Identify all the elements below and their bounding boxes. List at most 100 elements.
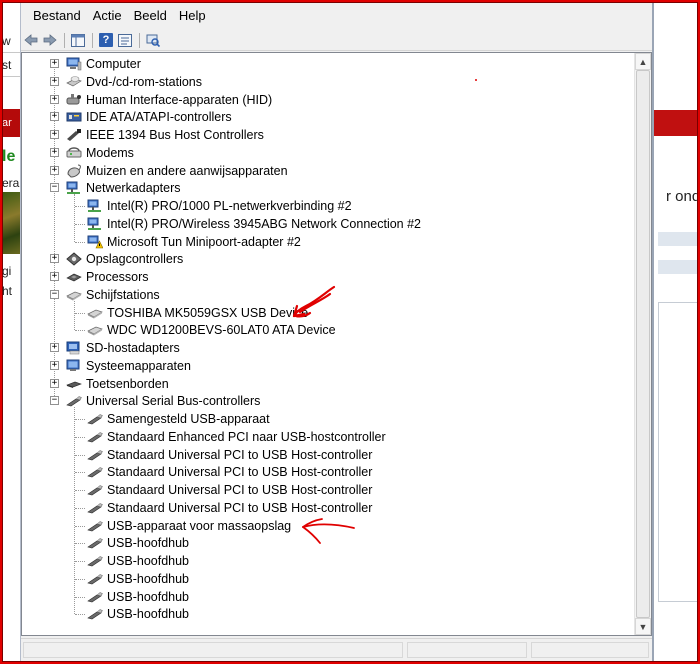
background-stripe	[658, 260, 698, 274]
tree-category[interactable]: Systeemapparaten	[66, 357, 191, 375]
tree-item-label: Standaard Universal PCI to USB Host-cont…	[107, 500, 373, 515]
tree-item-label: Standaard Universal PCI to USB Host-cont…	[107, 447, 373, 462]
tree-branch-line	[75, 490, 85, 491]
vertical-scrollbar[interactable]: ▲ ▼	[634, 53, 651, 635]
tree-device[interactable]: Standaard Universal PCI to USB Host-cont…	[87, 446, 372, 464]
forward-arrow-icon[interactable]	[42, 32, 58, 48]
background-top	[654, 2, 698, 110]
tree-category[interactable]: Schijfstations	[66, 286, 160, 304]
tree-device[interactable]: Standaard Universal PCI to USB Host-cont…	[87, 481, 372, 499]
toolbar-separator	[139, 32, 140, 48]
expand-icon[interactable]: +	[50, 378, 59, 388]
background-text: ht	[2, 284, 13, 298]
tree-category[interactable]: Modems	[66, 144, 134, 162]
expand-icon[interactable]: +	[50, 343, 59, 352]
usb-icon	[87, 536, 103, 550]
properties-icon[interactable]	[117, 32, 133, 48]
tree-device[interactable]: Standaard Enhanced PCI naar USB-hostcont…	[87, 428, 386, 446]
tree-category[interactable]: Netwerkadapters	[66, 179, 181, 197]
scroll-down-arrow-icon[interactable]: ▼	[635, 618, 651, 635]
collapse-icon[interactable]: −	[50, 396, 59, 406]
tree-device[interactable]: TOSHIBA MK5059GSX USB Device	[87, 304, 308, 322]
expand-icon[interactable]: +	[50, 94, 59, 104]
tree-device[interactable]: USB-hoofdhub	[87, 570, 189, 588]
tree-item-label: WDC WD1200BEVS-60LAT0 ATA Device	[107, 323, 336, 338]
tree-device[interactable]: WDC WD1200BEVS-60LAT0 ATA Device	[87, 321, 336, 339]
tree-device[interactable]: USB-apparaat voor massaopslag	[87, 517, 291, 535]
tree-item-label: USB-hoofdhub	[107, 536, 190, 551]
tree-category[interactable]: Dvd-/cd-rom-stations	[66, 73, 202, 91]
tree-category[interactable]: Opslagcontrollers	[66, 250, 183, 268]
menu-bestand[interactable]: Bestand	[27, 2, 87, 30]
scan-hardware-icon[interactable]	[145, 32, 161, 48]
expand-icon[interactable]: +	[50, 112, 59, 122]
status-cell	[23, 642, 403, 658]
tree-category[interactable]: IEEE 1394 Bus Host Controllers	[66, 126, 264, 144]
scrollbar-thumb[interactable]	[636, 70, 650, 618]
storage-controller-icon	[66, 252, 82, 266]
tree-category[interactable]: Universal Serial Bus-controllers	[66, 392, 260, 410]
tree-item-label: Dvd-/cd-rom-stations	[86, 74, 202, 89]
background-red-bar: ar	[2, 109, 20, 137]
tree-child-line	[74, 407, 75, 615]
tree-category[interactable]: SD-hostadapters	[66, 339, 180, 357]
expand-icon[interactable]: +	[50, 59, 59, 68]
status-cell	[407, 642, 527, 658]
network-adapter-icon	[66, 181, 82, 195]
tree-device[interactable]: Standaard Universal PCI to USB Host-cont…	[87, 499, 372, 517]
tree-branch-line	[75, 561, 85, 562]
menu-actie[interactable]: Actie	[87, 2, 128, 30]
tree-category[interactable]: Human Interface-apparaten (HID)	[66, 91, 272, 109]
usb-icon	[87, 430, 103, 444]
background-text: r onde	[666, 188, 698, 205]
expand-icon[interactable]: +	[50, 130, 59, 139]
background-window-left: w st ar le era gi ht	[2, 2, 20, 662]
collapse-icon[interactable]: −	[50, 289, 59, 299]
collapse-icon[interactable]: −	[50, 183, 59, 193]
tree-device[interactable]: Intel(R) PRO/1000 PL-netwerkverbinding #…	[87, 197, 352, 215]
expand-icon[interactable]: +	[50, 147, 59, 157]
tree-category[interactable]: Processors	[66, 268, 149, 286]
background-stripe	[658, 232, 698, 246]
disk-drive-icon	[87, 306, 103, 320]
tree-category[interactable]: Computer	[66, 55, 141, 73]
expand-icon[interactable]: +	[50, 254, 59, 264]
tree-child-line	[74, 194, 75, 242]
help-icon[interactable]: ?	[98, 32, 114, 48]
console-tree-icon[interactable]	[70, 32, 86, 48]
tree-device[interactable]: Standaard Universal PCI to USB Host-cont…	[87, 463, 372, 481]
usb-icon	[87, 448, 103, 462]
tree-device[interactable]: USB-hoofdhub	[87, 552, 189, 570]
tree-device[interactable]: USB-hoofdhub	[87, 534, 189, 552]
background-photo	[2, 192, 20, 254]
expand-icon[interactable]: +	[50, 272, 59, 281]
tree-branch-line	[75, 507, 85, 509]
tree-device[interactable]: Samengesteld USB-apparaat	[87, 410, 270, 428]
usb-icon	[87, 519, 103, 533]
tree-category[interactable]: Muizen en andere aanwijsapparaten	[66, 162, 288, 180]
keyboard-icon	[66, 377, 82, 391]
disk-drive-icon	[66, 288, 82, 302]
computer-icon	[66, 57, 82, 71]
device-tree[interactable]: ▲ ▼ + Computer + Dvd-/cd-rom-stations + Human…	[21, 52, 652, 636]
usb-icon	[87, 465, 103, 479]
background-text: le	[2, 148, 16, 165]
expand-icon[interactable]: +	[50, 165, 59, 175]
menu-help[interactable]: Help	[173, 2, 212, 30]
tree-device[interactable]: Microsoft Tun Minipoort-adapter #2	[87, 233, 301, 251]
expand-icon[interactable]: +	[50, 76, 59, 86]
tree-category[interactable]: IDE ATA/ATAPI-controllers	[66, 108, 232, 126]
expand-icon[interactable]: +	[50, 360, 59, 370]
tree-branch-line	[75, 223, 85, 225]
tree-category[interactable]: Toetsenborden	[66, 375, 169, 393]
tree-item-label: Modems	[86, 145, 134, 160]
menu-beeld[interactable]: Beeld	[128, 2, 173, 30]
tree-device[interactable]: Intel(R) PRO/Wireless 3945ABG Network Co…	[87, 215, 421, 233]
scroll-up-arrow-icon[interactable]: ▲	[635, 53, 651, 70]
usb-icon	[87, 590, 103, 604]
back-arrow-icon[interactable]	[23, 32, 39, 48]
tree-item-label: Netwerkadapters	[86, 181, 181, 196]
tree-item-label: Universal Serial Bus-controllers	[86, 394, 261, 409]
tree-device[interactable]: USB-hoofdhub	[87, 605, 189, 623]
tree-device[interactable]: USB-hoofdhub	[87, 588, 189, 606]
